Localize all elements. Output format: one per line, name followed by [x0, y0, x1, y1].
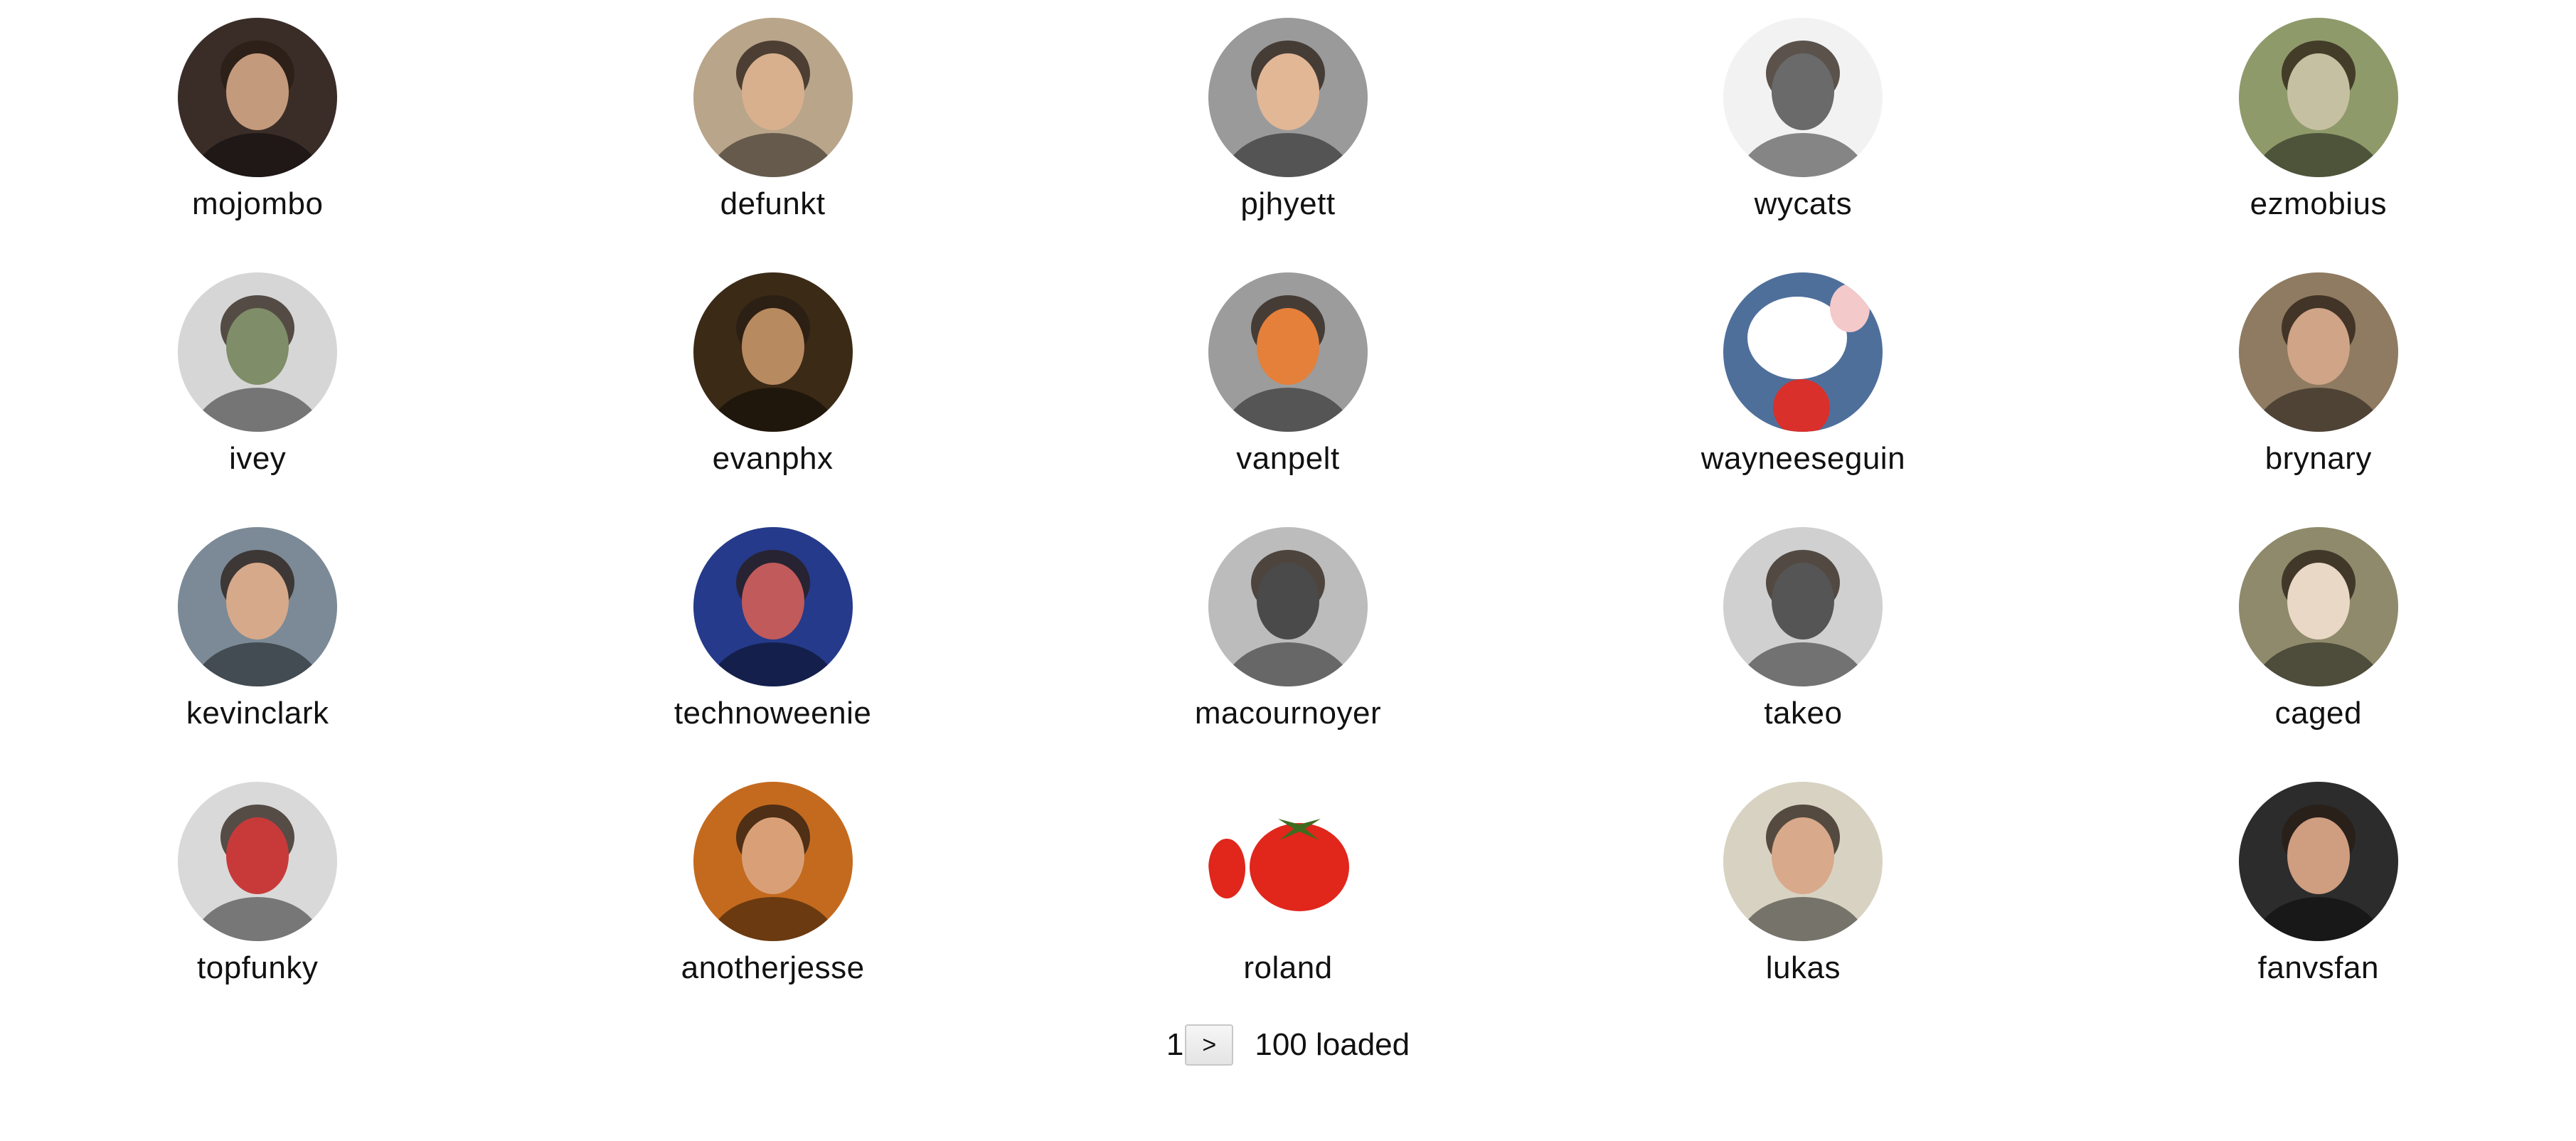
man-headphones-avatar-icon[interactable]: [693, 782, 853, 941]
username-label[interactable]: technoweenie: [674, 695, 872, 732]
user-card[interactable]: takeo: [1545, 527, 2060, 782]
user-card[interactable]: kevinclark: [0, 527, 515, 782]
username-label[interactable]: wayneeseguin: [1701, 440, 1905, 477]
man-speaking-dark-avatar-icon[interactable]: [693, 272, 853, 432]
pagination: 1 > 100 loaded: [0, 1024, 2576, 1066]
user-card[interactable]: ezmobius: [2061, 18, 2576, 272]
man-whiteboard-avatar-icon[interactable]: [1723, 782, 1883, 941]
man-bw-closeup-avatar-icon[interactable]: [1208, 527, 1368, 686]
username-label[interactable]: ivey: [229, 440, 286, 477]
username-label[interactable]: macournoyer: [1195, 695, 1381, 732]
man-sunglasses-avatar-icon[interactable]: [693, 18, 853, 177]
username-label[interactable]: takeo: [1764, 695, 1842, 732]
username-label[interactable]: defunkt: [720, 186, 826, 223]
page-number: 1: [1166, 1027, 1184, 1062]
username-label[interactable]: pjhyett: [1240, 186, 1335, 223]
username-label[interactable]: caged: [2275, 695, 2362, 732]
man-beard-glasses-bw-avatar-icon[interactable]: [1723, 18, 1883, 177]
user-card[interactable]: caged: [2061, 527, 2576, 782]
username-label[interactable]: kevinclark: [186, 695, 329, 732]
user-card[interactable]: wayneeseguin: [1545, 272, 2060, 527]
cartoon-mouse-avatar-icon[interactable]: [1723, 272, 1883, 432]
user-card[interactable]: roland: [1031, 782, 1545, 1036]
username-label[interactable]: anotherjesse: [681, 950, 865, 987]
user-card[interactable]: macournoyer: [1031, 527, 1545, 782]
username-label[interactable]: roland: [1243, 950, 1332, 987]
username-label[interactable]: vanpelt: [1236, 440, 1339, 477]
man-glasses-neon-avatar-icon[interactable]: [693, 527, 853, 686]
username-label[interactable]: brynary: [2265, 440, 2372, 477]
flag-face-paint-avatar-icon[interactable]: [178, 782, 338, 941]
user-card[interactable]: lukas: [1545, 782, 2060, 1036]
man-orange-shirt-logo-avatar-icon[interactable]: [1208, 272, 1368, 432]
man-suit-avatar-icon[interactable]: [178, 527, 338, 686]
user-card[interactable]: anotherjesse: [515, 782, 1030, 1036]
user-card[interactable]: wycats: [1545, 18, 2060, 272]
username-label[interactable]: wycats: [1755, 186, 1852, 223]
loaded-count: 100 loaded: [1255, 1027, 1410, 1062]
man-glasses-wood-avatar-icon[interactable]: [2238, 272, 2398, 432]
man-office-avatar-icon[interactable]: [2238, 782, 2398, 941]
user-card[interactable]: defunkt: [515, 18, 1030, 272]
user-card[interactable]: mojombo: [0, 18, 515, 272]
username-label[interactable]: mojombo: [192, 186, 323, 223]
man-beard-smile-bw-avatar-icon[interactable]: [1723, 527, 1883, 686]
username-label[interactable]: ezmobius: [2250, 186, 2387, 223]
user-card[interactable]: ivey: [0, 272, 515, 527]
username-label[interactable]: fanvsfan: [2258, 950, 2379, 987]
user-card[interactable]: fanvsfan: [2061, 782, 2576, 1036]
user-card[interactable]: topfunky: [0, 782, 515, 1036]
man-cap-glasses-avatar-icon[interactable]: [1208, 18, 1368, 177]
user-card[interactable]: vanpelt: [1031, 272, 1545, 527]
user-card[interactable]: evanphx: [515, 272, 1030, 527]
username-label[interactable]: evanphx: [713, 440, 834, 477]
username-label[interactable]: lukas: [1766, 950, 1841, 987]
user-card[interactable]: pjhyett: [1031, 18, 1545, 272]
user-grid: mojombo defunkt pjhyett wycats ezmobius ivey e…: [0, 18, 2576, 1036]
man-glasses-sweater-avatar-icon[interactable]: [178, 272, 338, 432]
user-card[interactable]: technoweenie: [515, 527, 1030, 782]
man-long-beard-avatar-icon[interactable]: [2238, 527, 2398, 686]
username-label[interactable]: topfunky: [197, 950, 318, 987]
next-page-button[interactable]: >: [1185, 1024, 1234, 1066]
user-card[interactable]: brynary: [2061, 272, 2576, 527]
man-portrait-avatar-icon[interactable]: [178, 18, 338, 177]
alien-artwork-avatar-icon[interactable]: [2238, 18, 2398, 177]
tomato-avatar-icon[interactable]: [1208, 782, 1368, 941]
